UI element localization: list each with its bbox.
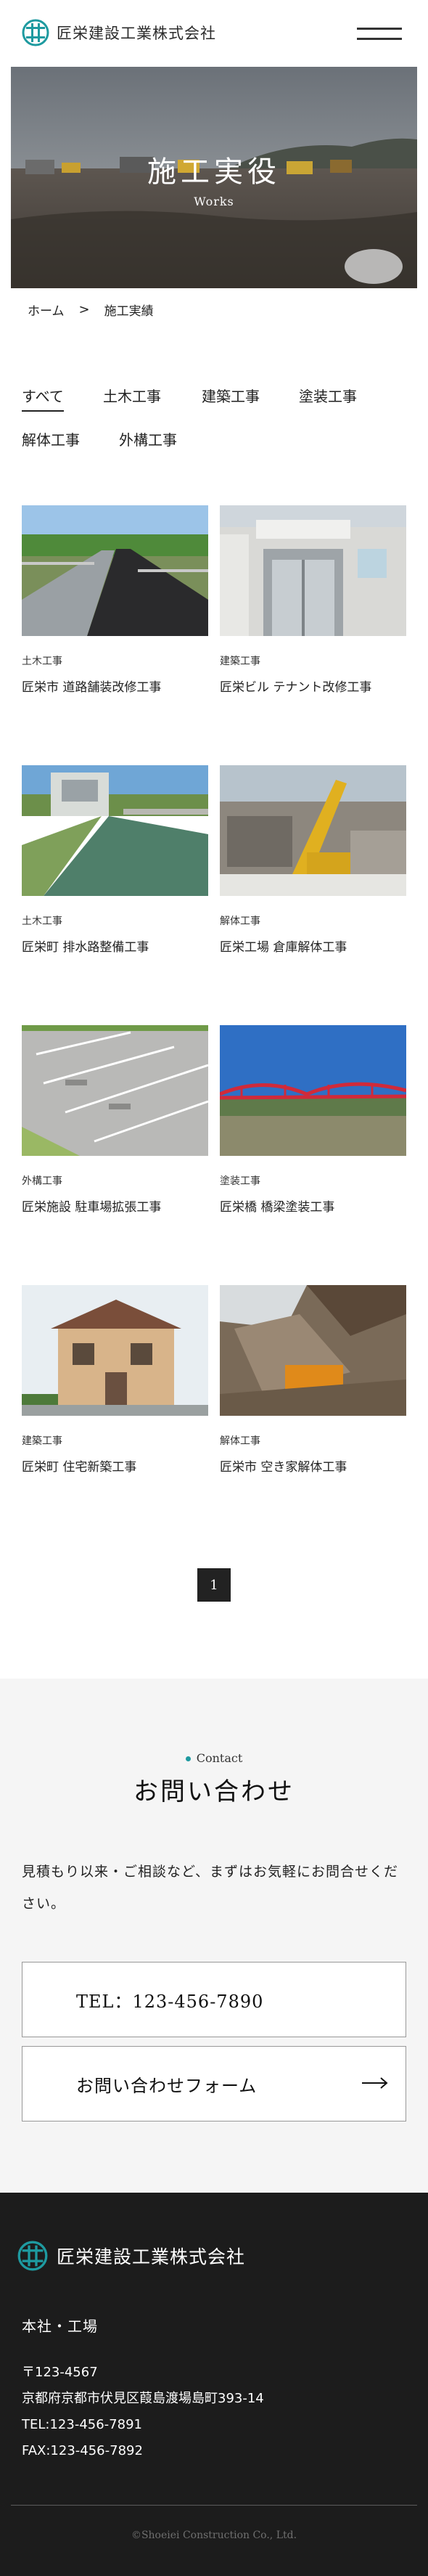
hamburger-menu-icon[interactable]: [357, 28, 402, 42]
work-card[interactable]: 外構工事 匠栄施設 駐車場拡張工事: [22, 1025, 208, 1215]
work-image-parking: [22, 1025, 208, 1156]
breadcrumb: ホーム > 施工実績: [28, 301, 154, 319]
work-image-bridge: [220, 1025, 406, 1156]
work-category: 解体工事: [220, 1435, 260, 1447]
work-category: 土木工事: [22, 656, 62, 667]
work-category: 塗装工事: [220, 1175, 260, 1187]
work-image-demolition: [220, 765, 406, 896]
tab-painting[interactable]: 塗装工事: [299, 385, 357, 410]
company-logo-icon: [22, 19, 49, 46]
work-title: 匠栄町 排水路整備工事: [22, 940, 149, 955]
footer-section-title: 本社・工場: [22, 2318, 98, 2335]
footer-address: 〒123-4567 京都府京都市伏見区葭島渡場島町393-14 TEL:123-…: [22, 2360, 264, 2464]
page-title: 施工実役: [147, 155, 281, 189]
footer-company-name: 匠栄建設工業株式会社: [57, 2246, 246, 2267]
breadcrumb-home-link[interactable]: ホーム: [28, 301, 65, 319]
work-card[interactable]: 土木工事 匠栄市 道路舗装改修工事: [22, 505, 208, 695]
work-image-canal: [22, 765, 208, 896]
work-title: 匠栄町 住宅新築工事: [22, 1460, 137, 1475]
work-card[interactable]: 建築工事 匠栄ビル テナント改修工事: [220, 505, 406, 695]
chevron-right-icon: >: [78, 301, 90, 317]
site-header: 匠栄建設工業株式会社: [0, 0, 428, 67]
work-card[interactable]: 解体工事 匠栄工場 倉庫解体工事: [220, 765, 406, 955]
tab-civil[interactable]: 土木工事: [103, 385, 161, 410]
tel-button[interactable]: TEL：123-456-7890: [22, 1962, 406, 2037]
work-image-house-demolition: [220, 1285, 406, 1416]
work-card[interactable]: 解体工事 匠栄市 空き家解体工事: [220, 1285, 406, 1475]
pagination-page-button[interactable]: 1: [197, 1568, 231, 1602]
footer-fax: FAX:123-456-7892: [22, 2443, 143, 2458]
contact-form-button[interactable]: お問い合わせフォーム: [22, 2046, 406, 2121]
tab-exterior[interactable]: 外構工事: [119, 428, 177, 454]
arrow-right-icon: [362, 2077, 388, 2089]
contact-form-label: お問い合わせフォーム: [76, 2075, 258, 2096]
footer-postal: 〒123-4567: [22, 2365, 98, 2380]
work-title: 匠栄市 道路舗装改修工事: [22, 680, 162, 695]
bullet-dot-icon: [185, 1756, 191, 1761]
contact-section: Contact お問い合わせ 見積もり以来・ご相談など、まずはお気軽にお問合せく…: [0, 1679, 428, 2193]
contact-description: 見積もり以来・ご相談など、まずはお気軽にお問合せください。: [22, 1864, 399, 1912]
copyright: ©Shoeiei Construction Co., Ltd.: [131, 2530, 297, 2541]
contact-title: お問い合わせ: [133, 1777, 295, 1806]
work-category: 外構工事: [22, 1175, 62, 1187]
work-image-road: [22, 505, 208, 636]
footer-tel: TEL:123-456-7891: [22, 2417, 142, 2432]
footer-divider: [11, 2505, 417, 2506]
work-image-house: [22, 1285, 208, 1416]
company-name: 匠栄建設工業株式会社: [57, 25, 216, 42]
work-category: 建築工事: [220, 656, 260, 667]
work-card[interactable]: 塗装工事 匠栄橋 橋梁塗装工事: [220, 1025, 406, 1215]
site-footer: 匠栄建設工業株式会社 本社・工場 〒123-4567 京都府京都市伏見区葭島渡場…: [0, 2193, 428, 2576]
contact-label: Contact: [0, 1751, 428, 1765]
work-card[interactable]: 土木工事 匠栄町 排水路整備工事: [22, 765, 208, 955]
work-title: 匠栄市 空き家解体工事: [220, 1460, 347, 1475]
company-logo-icon: [17, 2241, 48, 2271]
tab-demolition[interactable]: 解体工事: [22, 428, 80, 454]
hero-banner: 施工実役 Works: [11, 67, 417, 288]
work-category: 土木工事: [22, 916, 62, 927]
page-subtitle: Works: [194, 195, 234, 208]
tab-building[interactable]: 建築工事: [202, 385, 260, 410]
work-category: 建築工事: [22, 1435, 62, 1447]
tab-all[interactable]: すべて: [22, 385, 64, 412]
work-title: 匠栄施設 駐車場拡張工事: [22, 1200, 162, 1215]
work-title: 匠栄ビル テナント改修工事: [220, 680, 372, 695]
footer-logo[interactable]: 匠栄建設工業株式会社: [17, 2241, 245, 2271]
site-logo[interactable]: 匠栄建設工業株式会社: [22, 19, 216, 46]
footer-street: 京都府京都市伏見区葭島渡場島町393-14: [22, 2391, 264, 2406]
breadcrumb-current: 施工実績: [104, 303, 154, 319]
work-title: 匠栄工場 倉庫解体工事: [220, 940, 347, 955]
work-image-building: [220, 505, 406, 636]
work-category: 解体工事: [220, 916, 260, 927]
work-title: 匠栄橋 橋梁塗装工事: [220, 1200, 335, 1215]
work-card[interactable]: 建築工事 匠栄町 住宅新築工事: [22, 1285, 208, 1475]
